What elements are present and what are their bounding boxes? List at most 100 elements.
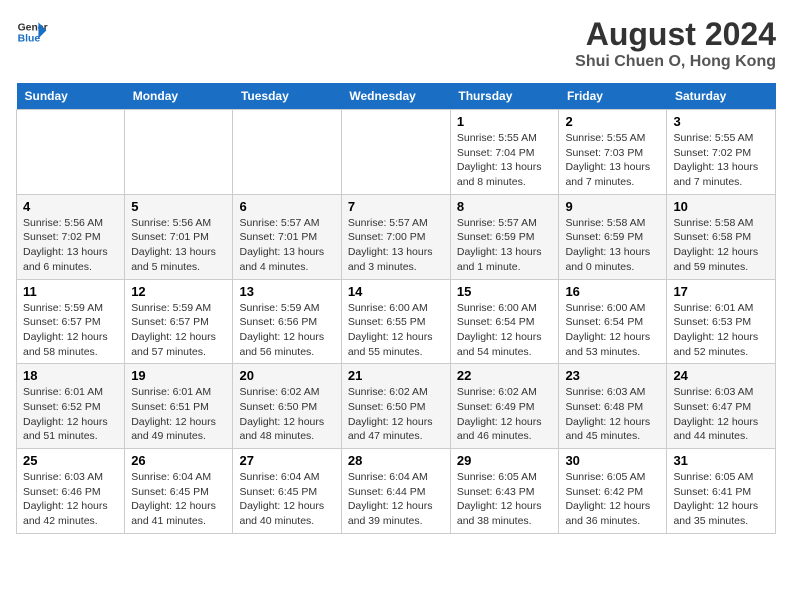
day-info: Sunrise: 5:56 AM Sunset: 7:01 PM Dayligh… <box>131 216 226 275</box>
title-block: August 2024 Shui Chuen O, Hong Kong <box>575 16 776 71</box>
calendar-cell <box>233 110 341 195</box>
day-number: 20 <box>239 368 334 383</box>
day-info: Sunrise: 6:05 AM Sunset: 6:41 PM Dayligh… <box>673 470 769 529</box>
calendar-cell: 16 Sunrise: 6:00 AM Sunset: 6:54 PM Dayli… <box>559 279 667 364</box>
page-subtitle: Shui Chuen O, Hong Kong <box>575 53 776 71</box>
calendar-week-4: 18Sunrise: 6:01 AM Sunset: 6:52 PM Dayli… <box>17 364 776 449</box>
day-info: Sunrise: 6:02 AM Sunset: 6:50 PM Dayligh… <box>348 385 444 444</box>
day-info: Sunrise: 6:02 AM Sunset: 6:49 PM Dayligh… <box>457 385 553 444</box>
day-number: 16 <box>565 284 660 299</box>
day-info: Sunrise: 6:04 AM Sunset: 6:45 PM Dayligh… <box>239 470 334 529</box>
header-row: Sunday Monday Tuesday Wednesday Thursday… <box>17 83 776 110</box>
calendar-cell: 19 Sunrise: 6:01 AM Sunset: 6:51 PM Dayli… <box>125 364 233 449</box>
day-number: 27 <box>239 453 334 468</box>
col-sunday: Sunday <box>17 83 125 110</box>
calendar-week-5: 25 Sunrise: 6:03 AM Sunset: 6:46 PM Dayli… <box>17 449 776 534</box>
day-number: 5 <box>131 199 226 214</box>
day-info: Sunrise: 6:04 AM Sunset: 6:45 PM Dayligh… <box>131 470 226 529</box>
day-number: 8 <box>457 199 553 214</box>
day-info: Sunrise: 5:57 AM Sunset: 7:01 PM Dayligh… <box>239 216 334 275</box>
day-info: Sunrise: 6:01 AM Sunset: 6:51 PM Dayligh… <box>131 385 226 444</box>
calendar-week-2: 4Sunrise: 5:56 AM Sunset: 7:02 PM Daylig… <box>17 194 776 279</box>
col-wednesday: Wednesday <box>341 83 450 110</box>
day-info: Sunrise: 5:59 AM Sunset: 6:57 PM Dayligh… <box>23 301 118 360</box>
day-info: Sunrise: 5:59 AM Sunset: 6:56 PM Dayligh… <box>239 301 334 360</box>
day-number: 30 <box>565 453 660 468</box>
day-number: 25 <box>23 453 118 468</box>
calendar-cell: 20 Sunrise: 6:02 AM Sunset: 6:50 PM Dayli… <box>233 364 341 449</box>
day-info: Sunrise: 6:05 AM Sunset: 6:42 PM Dayligh… <box>565 470 660 529</box>
day-info: Sunrise: 5:55 AM Sunset: 7:03 PM Dayligh… <box>565 131 660 190</box>
calendar-week-1: 1 Sunrise: 5:55 AM Sunset: 7:04 PM Daylig… <box>17 110 776 195</box>
calendar-cell <box>17 110 125 195</box>
day-info: Sunrise: 5:57 AM Sunset: 7:00 PM Dayligh… <box>348 216 444 275</box>
calendar-cell: 23Sunrise: 6:03 AM Sunset: 6:48 PM Dayli… <box>559 364 667 449</box>
calendar-cell: 29Sunrise: 6:05 AM Sunset: 6:43 PM Dayli… <box>450 449 559 534</box>
day-number: 15 <box>457 284 553 299</box>
day-info: Sunrise: 5:55 AM Sunset: 7:04 PM Dayligh… <box>457 131 553 190</box>
calendar-cell: 12 Sunrise: 5:59 AM Sunset: 6:57 PM Dayli… <box>125 279 233 364</box>
calendar-cell: 7Sunrise: 5:57 AM Sunset: 7:00 PM Daylig… <box>341 194 450 279</box>
day-number: 24 <box>673 368 769 383</box>
calendar-cell: 30 Sunrise: 6:05 AM Sunset: 6:42 PM Dayli… <box>559 449 667 534</box>
calendar-cell: 4Sunrise: 5:56 AM Sunset: 7:02 PM Daylig… <box>17 194 125 279</box>
calendar-cell: 10Sunrise: 5:58 AM Sunset: 6:58 PM Dayli… <box>667 194 776 279</box>
calendar-cell: 18Sunrise: 6:01 AM Sunset: 6:52 PM Dayli… <box>17 364 125 449</box>
day-number: 1 <box>457 114 553 129</box>
day-number: 17 <box>673 284 769 299</box>
col-monday: Monday <box>125 83 233 110</box>
calendar-cell: 31 Sunrise: 6:05 AM Sunset: 6:41 PM Dayli… <box>667 449 776 534</box>
day-number: 21 <box>348 368 444 383</box>
page-title: August 2024 <box>575 16 776 53</box>
col-thursday: Thursday <box>450 83 559 110</box>
day-number: 6 <box>239 199 334 214</box>
day-info: Sunrise: 6:04 AM Sunset: 6:44 PM Dayligh… <box>348 470 444 529</box>
day-number: 18 <box>23 368 118 383</box>
day-info: Sunrise: 6:01 AM Sunset: 6:53 PM Dayligh… <box>673 301 769 360</box>
calendar-cell: 5 Sunrise: 5:56 AM Sunset: 7:01 PM Daylig… <box>125 194 233 279</box>
day-number: 12 <box>131 284 226 299</box>
day-number: 23 <box>565 368 660 383</box>
calendar-cell: 22 Sunrise: 6:02 AM Sunset: 6:49 PM Dayli… <box>450 364 559 449</box>
logo-icon: General Blue <box>16 16 48 48</box>
day-number: 31 <box>673 453 769 468</box>
calendar-cell <box>125 110 233 195</box>
day-info: Sunrise: 6:03 AM Sunset: 6:46 PM Dayligh… <box>23 470 118 529</box>
day-number: 26 <box>131 453 226 468</box>
day-info: Sunrise: 6:03 AM Sunset: 6:47 PM Dayligh… <box>673 385 769 444</box>
day-info: Sunrise: 5:57 AM Sunset: 6:59 PM Dayligh… <box>457 216 553 275</box>
calendar-cell: 3 Sunrise: 5:55 AM Sunset: 7:02 PM Daylig… <box>667 110 776 195</box>
calendar-cell: 24 Sunrise: 6:03 AM Sunset: 6:47 PM Dayli… <box>667 364 776 449</box>
calendar-cell: 28 Sunrise: 6:04 AM Sunset: 6:44 PM Dayli… <box>341 449 450 534</box>
day-info: Sunrise: 6:00 AM Sunset: 6:54 PM Dayligh… <box>565 301 660 360</box>
day-number: 28 <box>348 453 444 468</box>
calendar-cell: 27 Sunrise: 6:04 AM Sunset: 6:45 PM Dayli… <box>233 449 341 534</box>
day-number: 11 <box>23 284 118 299</box>
calendar-cell: 26 Sunrise: 6:04 AM Sunset: 6:45 PM Dayli… <box>125 449 233 534</box>
day-info: Sunrise: 5:59 AM Sunset: 6:57 PM Dayligh… <box>131 301 226 360</box>
col-tuesday: Tuesday <box>233 83 341 110</box>
page-header: General Blue August 2024 Shui Chuen O, H… <box>16 16 776 71</box>
day-number: 13 <box>239 284 334 299</box>
day-number: 9 <box>565 199 660 214</box>
calendar-cell: 1 Sunrise: 5:55 AM Sunset: 7:04 PM Daylig… <box>450 110 559 195</box>
calendar-week-3: 11 Sunrise: 5:59 AM Sunset: 6:57 PM Dayli… <box>17 279 776 364</box>
day-info: Sunrise: 5:58 AM Sunset: 6:58 PM Dayligh… <box>673 216 769 275</box>
svg-text:Blue: Blue <box>18 34 41 45</box>
day-number: 2 <box>565 114 660 129</box>
day-number: 19 <box>131 368 226 383</box>
day-info: Sunrise: 6:05 AM Sunset: 6:43 PM Dayligh… <box>457 470 553 529</box>
day-info: Sunrise: 5:55 AM Sunset: 7:02 PM Dayligh… <box>673 131 769 190</box>
day-number: 3 <box>673 114 769 129</box>
day-info: Sunrise: 6:02 AM Sunset: 6:50 PM Dayligh… <box>239 385 334 444</box>
calendar-cell: 11 Sunrise: 5:59 AM Sunset: 6:57 PM Dayli… <box>17 279 125 364</box>
day-info: Sunrise: 6:00 AM Sunset: 6:55 PM Dayligh… <box>348 301 444 360</box>
calendar-cell: 21 Sunrise: 6:02 AM Sunset: 6:50 PM Dayli… <box>341 364 450 449</box>
day-info: Sunrise: 5:56 AM Sunset: 7:02 PM Dayligh… <box>23 216 118 275</box>
calendar-cell: 6 Sunrise: 5:57 AM Sunset: 7:01 PM Daylig… <box>233 194 341 279</box>
calendar-cell: 2 Sunrise: 5:55 AM Sunset: 7:03 PM Daylig… <box>559 110 667 195</box>
calendar-cell <box>341 110 450 195</box>
calendar-cell: 8 Sunrise: 5:57 AM Sunset: 6:59 PM Daylig… <box>450 194 559 279</box>
day-number: 22 <box>457 368 553 383</box>
day-info: Sunrise: 6:00 AM Sunset: 6:54 PM Dayligh… <box>457 301 553 360</box>
